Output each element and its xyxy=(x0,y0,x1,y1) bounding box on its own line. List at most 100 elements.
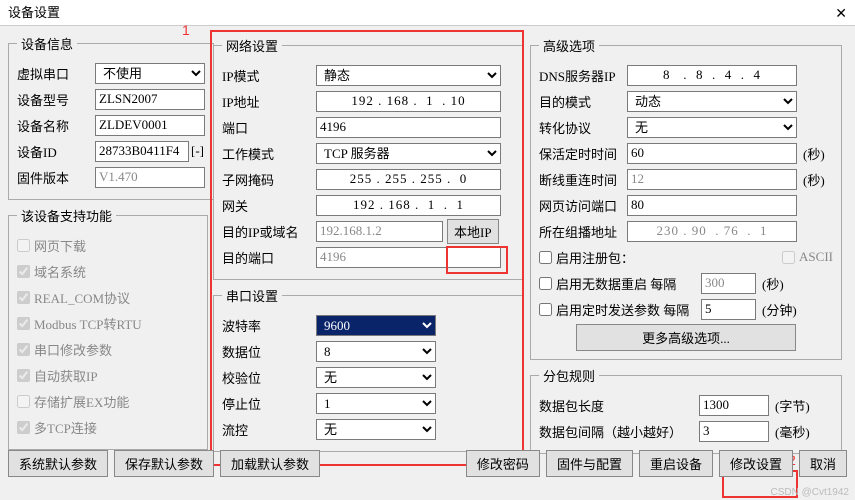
model-label: 设备型号 xyxy=(17,90,95,109)
advanced-group: 高级选项 DNS服务器IP 目的模式动态 转化协议无 保活定时时间(秒) 断线重… xyxy=(530,36,842,360)
packet-legend: 分包规则 xyxy=(539,366,599,385)
dest-port-field xyxy=(316,247,501,268)
nodata-label: 启用无数据重启 每隔 xyxy=(556,274,701,293)
watermark: CSDN @Cvt1942 xyxy=(770,487,849,498)
keepalive-label: 保活定时时间 xyxy=(539,144,627,163)
nodata-checkbox[interactable] xyxy=(539,277,552,290)
dns-field[interactable] xyxy=(627,65,797,86)
reg-label: 启用注册包： xyxy=(556,248,634,267)
virtual-serial-label: 虚拟串口 xyxy=(17,64,95,83)
local-ip-button[interactable]: 本地IP xyxy=(447,219,499,244)
dest-ip-field xyxy=(316,221,443,242)
feat-lbl-0: 网页下载 xyxy=(34,236,86,255)
packet-gap-field[interactable] xyxy=(699,421,769,442)
reg-checkbox[interactable] xyxy=(539,251,552,264)
mask-label: 子网掩码 xyxy=(222,170,316,189)
reconnect-field xyxy=(627,169,797,190)
packet-gap-label: 数据包间隔（越小越好） xyxy=(539,422,699,441)
model-field[interactable] xyxy=(95,89,205,110)
nodata-field xyxy=(701,273,756,294)
work-mode-select[interactable]: TCP 服务器 xyxy=(316,143,501,164)
virtual-serial-select[interactable]: 不使用 xyxy=(95,63,205,84)
feat-lbl-3: Modbus TCP转RTU xyxy=(34,314,142,333)
packet-group: 分包规则 数据包长度(字节) 数据包间隔（越小越好）(毫秒) xyxy=(530,366,842,454)
flow-select[interactable]: 无 xyxy=(316,419,436,440)
ascii-label: ASCII xyxy=(799,249,833,265)
stop-bits-label: 停止位 xyxy=(222,394,316,413)
features-legend: 该设备支持功能 xyxy=(17,206,116,225)
data-bits-select[interactable]: 8 xyxy=(316,341,436,362)
network-legend: 网络设置 xyxy=(222,36,282,55)
feat-lbl-5: 自动获取IP xyxy=(34,366,98,385)
fw-label: 固件版本 xyxy=(17,168,95,187)
name-field[interactable] xyxy=(95,115,205,136)
feat-cb-3 xyxy=(17,317,30,330)
feat-cb-1 xyxy=(17,265,30,278)
dest-mode-select[interactable]: 动态 xyxy=(627,91,797,112)
stop-bits-select[interactable]: 1 xyxy=(316,393,436,414)
id-label: 设备ID xyxy=(17,142,95,161)
sys-default-button[interactable]: 系统默认参数 xyxy=(8,450,108,477)
dest-port-label: 目的端口 xyxy=(222,248,316,267)
baud-label: 波特率 xyxy=(222,316,316,335)
http-port-field[interactable] xyxy=(627,195,797,216)
feat-cb-7 xyxy=(17,421,30,434)
save-default-button[interactable]: 保存默认参数 xyxy=(114,450,214,477)
close-icon[interactable]: ✕ xyxy=(835,0,847,25)
parity-label: 校验位 xyxy=(222,368,316,387)
proto-select[interactable]: 无 xyxy=(627,117,797,138)
device-info-group: 设备信息 虚拟串口不使用 设备型号 设备名称 设备ID[-] 固件版本 xyxy=(8,34,214,200)
flow-label: 流控 xyxy=(222,420,316,439)
more-advanced-button[interactable]: 更多高级选项... xyxy=(576,324,796,351)
fw-cfg-button[interactable]: 固件与配置 xyxy=(546,450,633,477)
feat-cb-6 xyxy=(17,395,30,408)
apply-button[interactable]: 修改设置 xyxy=(719,450,793,477)
feat-cb-5 xyxy=(17,369,30,382)
pwd-button[interactable]: 修改密码 xyxy=(466,450,540,477)
feat-lbl-2: REAL_COM协议 xyxy=(34,288,130,307)
restart-button[interactable]: 重启设备 xyxy=(639,450,713,477)
timed-field[interactable] xyxy=(701,299,756,320)
name-label: 设备名称 xyxy=(17,116,95,135)
ip-field[interactable] xyxy=(316,91,501,112)
ascii-checkbox xyxy=(782,251,795,264)
window-title: 设备设置 xyxy=(8,0,60,25)
mcast-field xyxy=(627,221,797,242)
features-group: 该设备支持功能 网页下载 域名系统 REAL_COM协议 Modbus TCP转… xyxy=(8,206,208,450)
packet-len-field[interactable] xyxy=(699,395,769,416)
keepalive-field[interactable] xyxy=(627,143,797,164)
ip-mode-label: IP模式 xyxy=(222,66,316,85)
feat-lbl-7: 多TCP连接 xyxy=(34,418,97,437)
gw-label: 网关 xyxy=(222,196,316,215)
timed-checkbox[interactable] xyxy=(539,303,552,316)
advanced-legend: 高级选项 xyxy=(539,36,599,55)
id-suffix[interactable]: [-] xyxy=(191,143,204,159)
cancel-button[interactable]: 取消 xyxy=(799,450,847,477)
timed-label: 启用定时发送参数 每隔 xyxy=(556,300,701,319)
port-label: 端口 xyxy=(222,118,316,137)
packet-len-unit: (字节) xyxy=(775,396,810,415)
baud-select[interactable]: 9600 xyxy=(316,315,436,336)
network-group: 网络设置 IP模式静态 IP地址 端口 工作模式TCP 服务器 子网掩码 网关 … xyxy=(213,36,523,280)
load-default-button[interactable]: 加载默认参数 xyxy=(220,450,320,477)
id-field[interactable] xyxy=(95,141,189,162)
http-port-label: 网页访问端口 xyxy=(539,196,627,215)
dest-ip-label: 目的IP或域名 xyxy=(222,222,316,241)
fw-field xyxy=(95,167,205,188)
feat-cb-4 xyxy=(17,343,30,356)
serial-legend: 串口设置 xyxy=(222,286,282,305)
keepalive-unit: (秒) xyxy=(803,144,825,163)
mcast-label: 所在组播地址 xyxy=(539,222,627,241)
parity-select[interactable]: 无 xyxy=(316,367,436,388)
serial-group: 串口设置 波特率9600 数据位8 校验位无 停止位1 流控无 xyxy=(213,286,523,452)
mask-field[interactable] xyxy=(316,169,501,190)
feat-lbl-1: 域名系统 xyxy=(34,262,86,281)
reconnect-unit: (秒) xyxy=(803,170,825,189)
ip-mode-select[interactable]: 静态 xyxy=(316,65,501,86)
feat-cb-2 xyxy=(17,291,30,304)
timed-unit: (分钟) xyxy=(762,300,797,319)
gw-field[interactable] xyxy=(316,195,501,216)
reconnect-label: 断线重连时间 xyxy=(539,170,627,189)
port-field[interactable] xyxy=(316,117,501,138)
packet-len-label: 数据包长度 xyxy=(539,396,699,415)
